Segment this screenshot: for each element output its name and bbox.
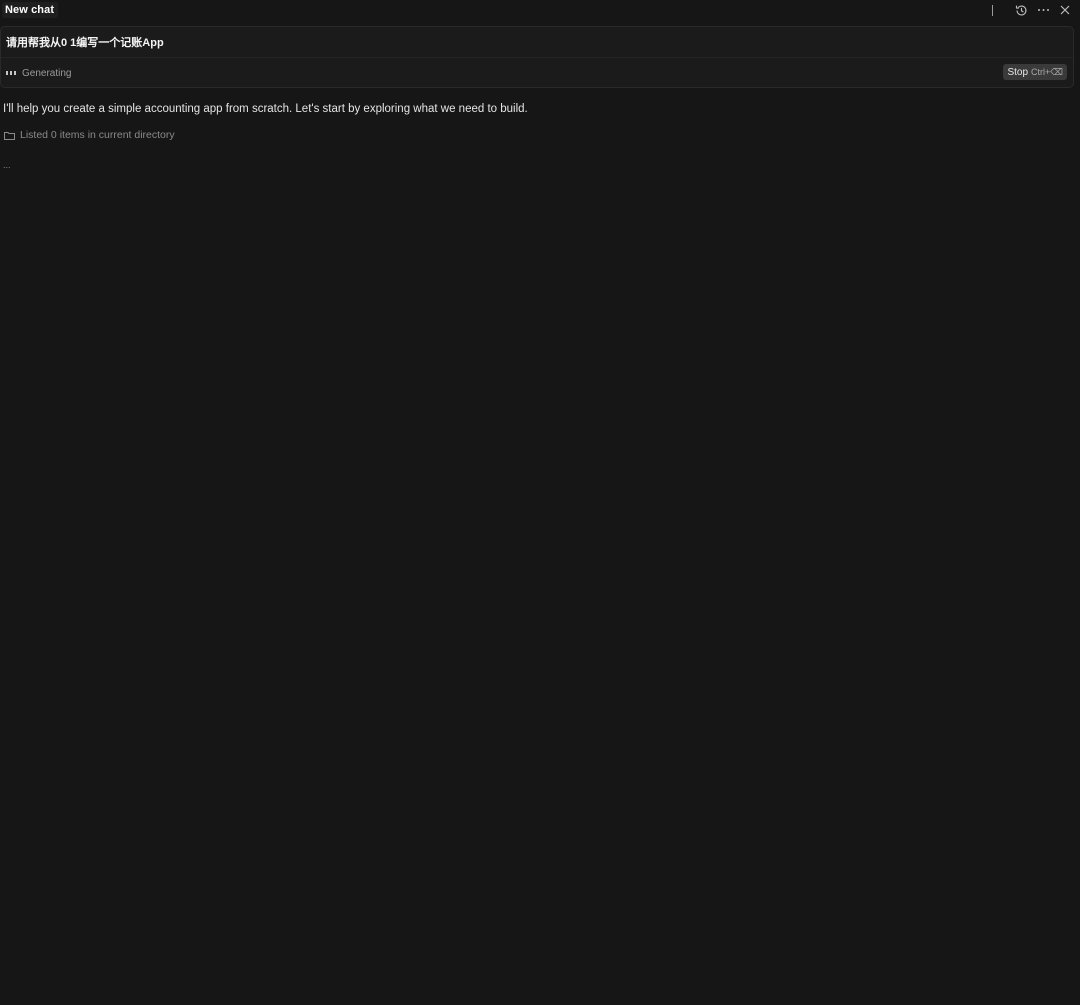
chat-header: New chat: [0, 0, 1080, 20]
stop-button[interactable]: Stop Ctrl+⌫: [1003, 64, 1067, 80]
generation-status: Generating: [6, 67, 71, 79]
close-icon[interactable]: [1056, 2, 1074, 18]
card-divider: [1, 57, 1073, 58]
more-icon[interactable]: [1034, 2, 1052, 18]
header-divider: [992, 4, 993, 16]
tool-call-label: Listed 0 items in current directory: [20, 129, 175, 141]
stop-shortcut: Ctrl+⌫: [1031, 66, 1063, 77]
chat-panel: New chat 请用帮我从0 1编写一个记账App Generating St…: [0, 0, 1080, 1005]
chat-tab-title[interactable]: New chat: [2, 2, 59, 18]
tool-call-row[interactable]: Listed 0 items in current directory: [4, 129, 175, 141]
stop-label: Stop: [1007, 66, 1029, 78]
spinner-icon: [6, 71, 16, 75]
assistant-message: I'll help you create a simple accounting…: [3, 103, 528, 115]
header-actions: [992, 2, 1074, 18]
user-prompt-card: 请用帮我从0 1编写一个记账App Generating Stop Ctrl+⌫: [0, 26, 1074, 88]
history-icon[interactable]: [1012, 2, 1030, 18]
typing-indicator: ...: [3, 160, 11, 170]
folder-icon: [4, 131, 15, 140]
user-prompt-text: 请用帮我从0 1编写一个记账App: [6, 37, 164, 49]
status-label: Generating: [22, 67, 72, 79]
